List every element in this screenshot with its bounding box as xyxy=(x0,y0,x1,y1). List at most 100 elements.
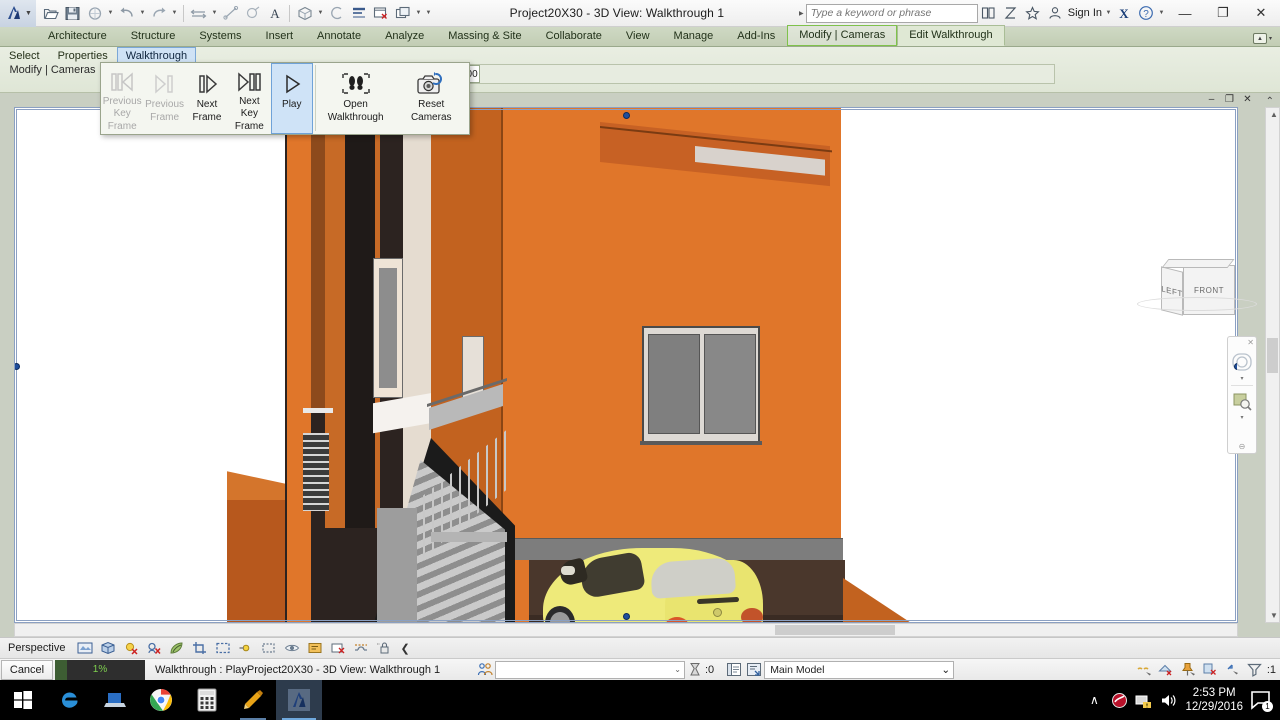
exchange-apps-button[interactable]: X xyxy=(1113,2,1135,25)
play-button[interactable]: Play xyxy=(270,63,313,134)
network-warning-icon[interactable] xyxy=(1135,691,1153,709)
minimize-button[interactable]: — xyxy=(1166,0,1204,27)
navbar-close-icon[interactable]: ✕ xyxy=(1247,338,1254,347)
steering-wheel-caret-icon[interactable]: ▾ xyxy=(1240,375,1243,383)
render-dialog-icon[interactable] xyxy=(168,640,185,656)
qat-undo-button[interactable] xyxy=(116,2,137,24)
tab-modify-cameras[interactable]: Modify | Cameras xyxy=(787,25,898,46)
customize-qat-caret-icon[interactable]: ▼ xyxy=(424,2,433,24)
properties-palette-toggle-icon[interactable] xyxy=(724,661,744,679)
selection-combo-caret-icon[interactable]: ⌄ xyxy=(674,665,681,674)
qat-undo-caret-icon[interactable]: ▼ xyxy=(138,2,147,24)
model-selector-caret-icon[interactable]: ⌄ xyxy=(941,664,950,676)
sign-in-caret-icon[interactable]: ▼ xyxy=(1104,2,1113,24)
crop-view-icon[interactable] xyxy=(191,640,208,656)
reveal-hidden-elements-icon[interactable] xyxy=(283,640,300,656)
qat-measure-caret-icon[interactable]: ▼ xyxy=(210,2,219,24)
filter-icon[interactable] xyxy=(1245,661,1265,679)
search-field-wrapper[interactable] xyxy=(805,3,978,23)
close-button[interactable]: ✕ xyxy=(1242,0,1280,27)
qat-switch-caret-icon[interactable]: ▼ xyxy=(414,2,423,24)
view-scale-label[interactable]: Perspective xyxy=(8,642,65,654)
tab-massing-and-site[interactable]: Massing & Site xyxy=(436,26,533,46)
qat-3d-caret-icon[interactable]: ▼ xyxy=(316,2,325,24)
cancel-button[interactable]: Cancel xyxy=(1,659,53,680)
drag-elements-on-selection-icon[interactable] xyxy=(1223,661,1243,679)
infocenter-expand-icon[interactable]: ▶ xyxy=(797,2,806,24)
tab-architecture[interactable]: Architecture xyxy=(36,26,119,46)
tab-insert[interactable]: Insert xyxy=(254,26,306,46)
doc-close-button[interactable]: ✕ xyxy=(1241,93,1254,105)
temporary-hide-isolate-icon[interactable] xyxy=(260,640,277,656)
view-cube-top-face[interactable] xyxy=(1161,259,1235,268)
reveal-constraints-icon[interactable] xyxy=(352,640,369,656)
next-key-frame-button[interactable]: Next Key Frame xyxy=(228,63,270,134)
tab-structure[interactable]: Structure xyxy=(119,26,188,46)
sign-in-label[interactable]: Sign In xyxy=(1066,7,1104,19)
taskbar-edge[interactable] xyxy=(46,680,92,720)
minitab-select[interactable]: Select xyxy=(0,47,49,64)
previous-frame-button[interactable]: Previous Frame xyxy=(143,63,185,134)
open-walkthrough-button[interactable]: Open Walkthrough xyxy=(318,63,394,134)
scroll-up-icon[interactable]: ▲ xyxy=(1270,110,1278,119)
qat-aligned-dimension-button[interactable] xyxy=(220,2,241,24)
tab-systems[interactable]: Systems xyxy=(187,26,253,46)
security-icon[interactable] xyxy=(1110,691,1128,709)
steering-wheel-icon[interactable] xyxy=(1229,349,1255,375)
qat-close-hidden-windows-button[interactable] xyxy=(370,2,391,24)
tab-view[interactable]: View xyxy=(614,26,662,46)
help-caret-icon[interactable]: ▼ xyxy=(1157,2,1166,24)
help-button[interactable]: ? xyxy=(1135,2,1157,25)
qat-tag-button[interactable] xyxy=(242,2,263,24)
qat-text-button[interactable]: A xyxy=(264,2,285,24)
project-browser-toggle-icon[interactable] xyxy=(744,661,764,679)
qat-open-button[interactable] xyxy=(40,2,61,24)
select-underlay-icon[interactable] xyxy=(1157,661,1177,679)
qat-sync-caret-icon[interactable]: ▼ xyxy=(106,2,115,24)
tab-edit-walkthrough[interactable]: Edit Walkthrough xyxy=(897,25,1005,46)
ribbon-minimize-caret-icon[interactable]: ▾ xyxy=(1269,35,1272,42)
show-crop-region-icon[interactable] xyxy=(214,640,231,656)
start-button[interactable] xyxy=(0,680,46,720)
doc-restore-button[interactable]: ❐ xyxy=(1223,93,1236,105)
next-frame-button[interactable]: Next Frame xyxy=(186,63,228,134)
worksharing-display-icon[interactable] xyxy=(375,640,392,656)
3d-view-canvas[interactable] xyxy=(14,107,1238,623)
select-links-icon[interactable] xyxy=(1135,661,1155,679)
taskbar-remote-desktop[interactable] xyxy=(92,680,138,720)
view-vertical-scroll-thumb[interactable] xyxy=(1267,338,1278,373)
favorites-button[interactable] xyxy=(1022,2,1044,25)
view-vertical-scrollbar[interactable]: ▲ ▼ xyxy=(1265,107,1280,623)
shadows-off-icon[interactable] xyxy=(122,640,139,656)
taskbar-calculator[interactable] xyxy=(184,680,230,720)
application-menu-button[interactable]: ▼ xyxy=(0,0,36,27)
taskbar-chrome[interactable] xyxy=(138,680,184,720)
search-input[interactable] xyxy=(810,7,973,19)
selection-combo[interactable]: ⌄ xyxy=(495,660,685,679)
view-cube[interactable]: LEFT FRONT xyxy=(1137,253,1257,323)
qat-save-button[interactable] xyxy=(62,2,83,24)
view-cube-compass-ring[interactable] xyxy=(1137,297,1257,311)
sun-path-off-icon[interactable] xyxy=(145,640,162,656)
crop-handle-bottom[interactable] xyxy=(623,613,630,620)
zoom-caret-icon[interactable]: ▾ xyxy=(1240,414,1243,422)
volume-icon[interactable] xyxy=(1160,691,1178,709)
select-pinned-icon[interactable] xyxy=(1179,661,1199,679)
tab-add-ins[interactable]: Add-Ins xyxy=(725,26,787,46)
search-results-button[interactable] xyxy=(978,2,1000,25)
view-control-expand-caret-icon[interactable]: ❮ xyxy=(398,642,409,655)
qat-redo-caret-icon[interactable]: ▼ xyxy=(170,2,179,24)
temporary-view-properties-icon[interactable] xyxy=(306,640,323,656)
qat-sync-button[interactable] xyxy=(84,2,105,24)
visual-style-icon[interactable] xyxy=(76,640,93,656)
tab-analyze[interactable]: Analyze xyxy=(373,26,436,46)
select-elements-by-face-icon[interactable] xyxy=(1201,661,1221,679)
qat-thin-lines-button[interactable] xyxy=(348,2,369,24)
detail-level-icon[interactable] xyxy=(99,640,116,656)
exclude-options-icon[interactable] xyxy=(685,661,705,679)
taskbar-clock[interactable]: 2:53 PM 12/29/2016 xyxy=(1185,686,1243,714)
model-selector-combo[interactable]: Main Model ⌄ xyxy=(764,660,955,679)
tab-annotate[interactable]: Annotate xyxy=(305,26,373,46)
view-horizontal-scrollbar[interactable] xyxy=(14,623,1238,637)
tab-collaborate[interactable]: Collaborate xyxy=(534,26,614,46)
